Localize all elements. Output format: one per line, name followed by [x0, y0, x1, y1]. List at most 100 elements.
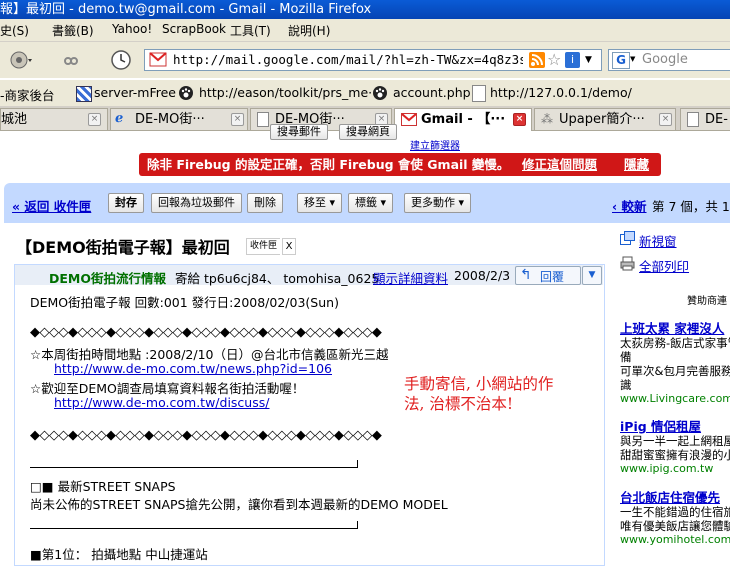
firebug-warning-text: 除非 Firebug 的設定正確，否則 Firebug 會使 Gmail 變慢。 — [147, 157, 510, 172]
print-all-link[interactable]: 全部列印 — [639, 256, 689, 275]
menu-bar: 史(S) 書籤(B) Yahoo! ScrapBook 工具(T) 說明(H) — [0, 19, 730, 42]
close-tab-icon[interactable]: × — [231, 113, 244, 126]
message-count: 第 7 個，共 1 — [652, 199, 730, 214]
hide-banner-link[interactable]: 隱藏 — [624, 153, 649, 176]
section-rule — [30, 467, 358, 468]
window-title: 報】最初回 - demo.tw@gmail.com - Gmail - Mozi… — [0, 2, 372, 17]
close-tab-icon[interactable]: × — [659, 113, 672, 126]
more-options-dropdown-icon[interactable]: ▼ — [582, 266, 602, 285]
new-window-link[interactable]: 新視窗 — [639, 231, 677, 250]
archive-button[interactable]: 封存 — [108, 193, 144, 213]
menu-bookmarks[interactable]: 書籤(B) — [52, 22, 94, 39]
search-placeholder: Google — [642, 52, 688, 67]
user-agent-icon[interactable] — [8, 49, 34, 71]
show-details-link[interactable]: 顯示詳細資料 — [373, 268, 448, 287]
menu-history[interactable]: 史(S) — [0, 22, 29, 39]
bookmark-eason-toolkit[interactable]: http://eason/toolkit/prs_me··· — [199, 85, 380, 100]
tab-1[interactable]: 城池 × — [0, 108, 108, 130]
tab-label: DE- — [705, 112, 728, 127]
url-text: http://mail.google.com/mail/?hl=zh-TW&zx… — [173, 52, 523, 67]
ad-text: 唯有優美飯店讓您體驗 — [620, 519, 730, 533]
message-header: DEMO街拍流行情報 寄給 tp6u6cj84、 tomohisa_0625 顯… — [15, 265, 603, 287]
sponsored-title: 贊助商連 — [687, 296, 727, 307]
tab-label: Gmail - 【··· — [421, 112, 506, 127]
annotation-line-2: 法, 治標不治本! — [404, 395, 514, 413]
first-entry: ■第1位： 拍攝地點 中山捷運站 — [30, 547, 208, 562]
ad-url[interactable]: www.Livingcare.com — [620, 392, 730, 405]
loading-spinner-icon: ⁂ — [541, 112, 553, 126]
message-action-bar: « 返回 收件匣 封存 回報為垃圾郵件 刪除 移至 ▾ 標籤 ▾ 更多動作 ▾ … — [4, 183, 730, 223]
site-info-icon[interactable]: i — [565, 52, 580, 68]
menu-help[interactable]: 說明(H) — [288, 22, 330, 39]
tab-label: DE-MO街··· — [135, 112, 205, 127]
reply-arrow-icon: ↰ — [520, 267, 532, 283]
ad-text: 甜甜蜜蜜擁有浪漫的小窩 — [620, 448, 730, 462]
firebug-warning-banner: 除非 Firebug 的設定正確，否則 Firebug 會使 Gmail 變慢。… — [139, 153, 661, 176]
remove-label-button[interactable]: X — [282, 238, 296, 255]
gmail-favicon-icon — [149, 52, 167, 67]
street-snaps-title: □■ 最新STREET SNAPS — [30, 479, 176, 494]
red-annotation: 手動寄信, 小網站的作 法, 治標不治本! — [404, 374, 553, 414]
news-link[interactable]: http://www.de-mo.com.tw/news.php?id=106 — [54, 361, 332, 376]
search-web-button[interactable]: 搜尋網頁 — [339, 124, 397, 140]
reply-label: 回覆 — [540, 270, 565, 284]
link-icon[interactable] — [62, 52, 80, 70]
tab-2[interactable]: ℯ DE-MO街··· × — [110, 108, 248, 130]
bookmark-star-icon[interactable]: ☆ — [547, 51, 565, 69]
message-date: 2008/2/3 — [454, 268, 511, 283]
diamond-divider: ◆◇◇◇◆◇◇◇◆◇◇◇◆◇◇◇◆◇◇◇◆◇◇◇◆◇◇◇◆◇◇◇◆◇◇◇◆ — [30, 428, 382, 443]
message-subject: 【DEMO街拍電子報】最初回 — [16, 238, 230, 257]
ad-text: 可單次&包月完善服務最 — [620, 364, 730, 378]
engine-dropdown-icon[interactable]: ▼ — [630, 55, 635, 63]
search-mail-button[interactable]: 搜尋郵件 — [270, 124, 328, 140]
ad-url[interactable]: www.yomihotel.com.tw — [620, 533, 730, 546]
sender-name[interactable]: DEMO街拍流行情報 — [49, 268, 166, 287]
section-rule — [30, 528, 358, 529]
url-dropdown-icon[interactable]: ▼ — [585, 52, 597, 68]
server-favicon-icon — [76, 86, 92, 102]
gmail-favicon-icon — [401, 113, 417, 126]
recipients: 寄給 tp6u6cj84、 tomohisa_0625 — [175, 271, 380, 286]
bookmark-shop-admin[interactable]: -商家後台 — [0, 85, 55, 104]
menu-tools[interactable]: 工具(T) — [230, 22, 271, 39]
rss-feed-icon[interactable] — [529, 52, 545, 68]
paw-icon — [372, 85, 388, 101]
delete-button[interactable]: 刪除 — [247, 193, 283, 213]
annotation-line-1: 手動寄信, 小網站的作 — [404, 375, 554, 393]
bookmark-server-mfree[interactable]: server-mFree — [94, 85, 176, 100]
street-snaps-description: 尚未公佈的STREET SNAPS搶先公開，讓你看到本週最新的DEMO MODE… — [30, 497, 448, 512]
bookmark-localhost-demo[interactable]: http://127.0.0.1/demo/ — [490, 85, 632, 100]
url-bar[interactable]: http://mail.google.com/mail/?hl=zh-TW&zx… — [144, 49, 602, 71]
create-filter-link[interactable]: 建立篩選器 — [410, 137, 460, 152]
ad-url[interactable]: www.ipig.com.tw — [620, 462, 713, 475]
reply-button[interactable]: ↰ 回覆 — [515, 266, 581, 285]
discuss-link[interactable]: http://www.de-mo.com.tw/discuss/ — [54, 395, 269, 410]
page-icon — [472, 85, 486, 102]
bookmark-account-php[interactable]: account.php — [393, 85, 471, 100]
search-bar[interactable]: G ▼ Google — [608, 49, 730, 71]
history-clock-icon[interactable] — [110, 49, 132, 71]
fix-problem-link[interactable]: 修正這個問題 — [522, 153, 597, 176]
tab-label: Upaper簡介··· — [559, 112, 645, 127]
tab-gmail[interactable]: Gmail - 【··· × — [394, 108, 532, 131]
close-tab-icon[interactable]: × — [88, 113, 101, 126]
tab-label: 城池 — [1, 112, 28, 127]
tab-6[interactable]: DE- — [680, 108, 730, 130]
newer-message-link[interactable]: ‹ 較新 — [612, 196, 647, 215]
report-spam-button[interactable]: 回報為垃圾郵件 — [151, 193, 242, 213]
move-to-dropdown[interactable]: 移至 ▾ — [297, 193, 343, 213]
newsletter-header: DEMO街拍電子報 回數:001 發行日:2008/02/03(Sun) — [30, 295, 339, 310]
google-engine-icon[interactable]: G — [612, 52, 630, 69]
diamond-divider: ◆◇◇◇◆◇◇◇◆◇◇◇◆◇◇◇◆◇◇◇◆◇◇◇◆◇◇◇◆◇◇◇◆◇◇◇◆ — [30, 325, 382, 340]
back-to-inbox-link[interactable]: « 返回 收件匣 — [12, 196, 91, 215]
inbox-label-tag[interactable]: 收件匣 — [246, 238, 281, 255]
menu-yahoo[interactable]: Yahoo! — [112, 22, 152, 36]
section-rule-end — [357, 521, 358, 529]
page-icon — [687, 112, 699, 127]
new-window-icon — [620, 231, 635, 245]
tab-5[interactable]: ⁂ Upaper簡介··· × — [534, 108, 676, 130]
labels-dropdown[interactable]: 標籤 ▾ — [348, 193, 394, 213]
close-tab-icon[interactable]: × — [513, 113, 526, 126]
menu-scrapbook[interactable]: ScrapBook — [162, 22, 226, 36]
more-actions-dropdown[interactable]: 更多動作 ▾ — [404, 193, 472, 213]
